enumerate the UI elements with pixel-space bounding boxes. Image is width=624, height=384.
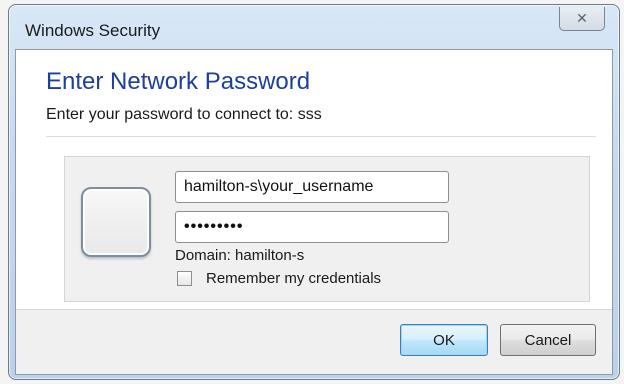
user-tile-icon <box>81 187 151 257</box>
password-input[interactable] <box>175 211 449 243</box>
cancel-button[interactable]: Cancel <box>500 324 596 356</box>
close-icon: ✕ <box>576 10 588 26</box>
username-input[interactable] <box>175 171 449 203</box>
ok-button[interactable]: OK <box>400 324 488 356</box>
desktop-background: Windows Security ✕ Enter Network Passwor… <box>0 0 624 384</box>
remember-credentials-label[interactable]: Remember my credentials <box>206 270 381 287</box>
remember-credentials-row[interactable]: Remember my credentials <box>177 267 381 289</box>
domain-label: Domain: hamilton-s <box>175 247 305 264</box>
button-bar: OK Cancel <box>16 309 612 374</box>
windows-security-dialog: Windows Security ✕ Enter Network Passwor… <box>8 4 620 380</box>
window-title: Windows Security <box>25 21 161 40</box>
title-bar[interactable]: Windows Security ✕ <box>9 5 619 49</box>
dialog-content: Enter Network Password Enter your passwo… <box>15 49 613 375</box>
remember-credentials-checkbox[interactable] <box>177 270 192 286</box>
dialog-subheading: Enter your password to connect to: sss <box>46 106 322 123</box>
credential-panel: Domain: hamilton-s Remember my credentia… <box>64 156 590 302</box>
divider <box>46 136 596 137</box>
close-button[interactable]: ✕ <box>559 7 605 31</box>
dialog-heading: Enter Network Password <box>46 68 311 95</box>
